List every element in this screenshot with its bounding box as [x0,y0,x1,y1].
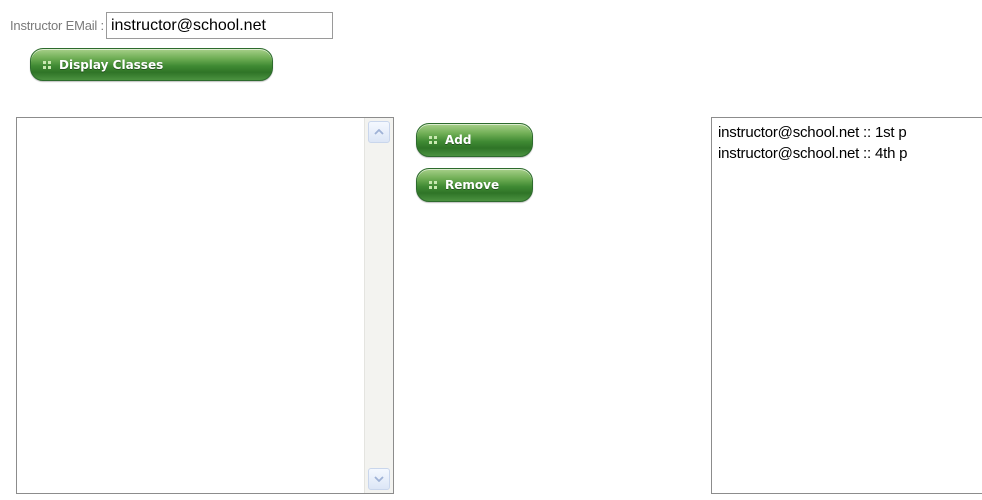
arrow-down-icon [374,476,384,482]
grip-icon [429,181,437,189]
display-classes-label: Display Classes [59,57,164,72]
available-classes-items [17,118,393,122]
instructor-email-input[interactable] [105,12,333,39]
scroll-down-button[interactable] [368,468,390,490]
remove-button[interactable]: Remove [416,168,533,202]
add-button[interactable]: Add [416,123,533,157]
assigned-classes-list[interactable]: instructor@school.net :: 1st p instructo… [711,117,982,494]
available-classes-scrollbar[interactable] [364,118,393,493]
remove-label: Remove [445,178,500,192]
display-classes-button[interactable]: Display Classes [30,48,273,81]
available-classes-list[interactable] [16,117,394,494]
arrow-up-icon [374,129,384,135]
assigned-classes-items: instructor@school.net :: 1st p instructo… [712,118,982,164]
grip-icon [429,136,437,144]
list-item[interactable]: instructor@school.net :: 1st p [718,122,982,143]
email-label: Instructor EMail : [10,18,104,33]
email-row: Instructor EMail : [10,10,333,41]
grip-icon [43,60,51,69]
scroll-up-button[interactable] [368,121,390,143]
add-label: Add [445,133,472,147]
list-item[interactable]: instructor@school.net :: 4th p [718,143,982,164]
